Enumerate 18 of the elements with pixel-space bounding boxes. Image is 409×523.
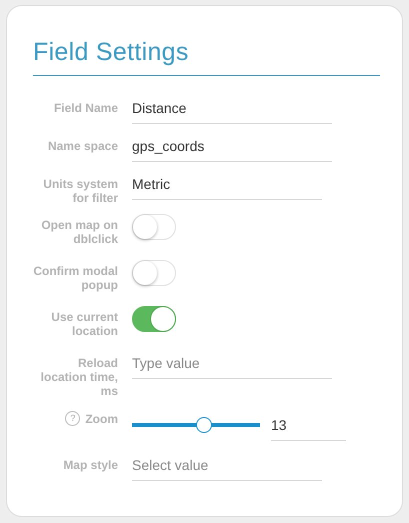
toggle-switch[interactable] [132, 306, 176, 332]
input-field[interactable]: gps_coords [132, 138, 332, 162]
field-label: Zoom [85, 412, 118, 426]
field-label: Map style [63, 458, 118, 472]
field-label: Units system for filter [42, 177, 118, 205]
select-field[interactable]: Select value [132, 457, 322, 481]
select-field[interactable]: Metric [132, 176, 322, 200]
field-label: Name space [48, 139, 118, 153]
number-field[interactable]: 13 [271, 417, 346, 441]
field-label: Confirm modal popup [32, 264, 118, 292]
input-field[interactable]: Distance [132, 100, 332, 124]
panel-title: Field Settings [33, 38, 380, 76]
field-label: Field Name [54, 101, 118, 115]
input-field[interactable]: Type value [132, 355, 332, 379]
slider-thumb[interactable] [196, 417, 212, 433]
field-label: Open map on dblclick [40, 218, 118, 246]
field-label: Reload location time, ms [40, 356, 118, 398]
field-label: Use current location [50, 310, 118, 338]
